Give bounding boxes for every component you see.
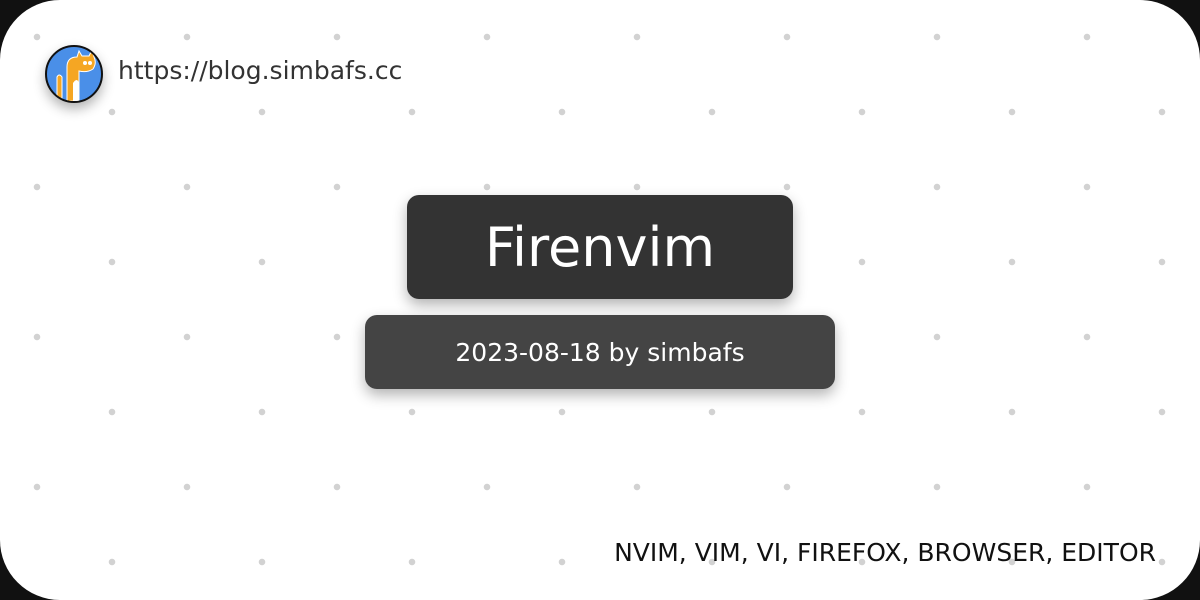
site-url: https://blog.simbafs.cc [118,56,403,85]
og-card: https://blog.simbafs.cc Firenvim 2023-08… [0,0,1200,600]
post-tags: NVIM, VIM, VI, FIREFOX, BROWSER, EDITOR [614,538,1156,567]
post-title: Firenvim [407,195,793,299]
cat-avatar-icon [45,45,103,103]
post-date-author: 2023-08-18 by simbafs [365,315,835,389]
